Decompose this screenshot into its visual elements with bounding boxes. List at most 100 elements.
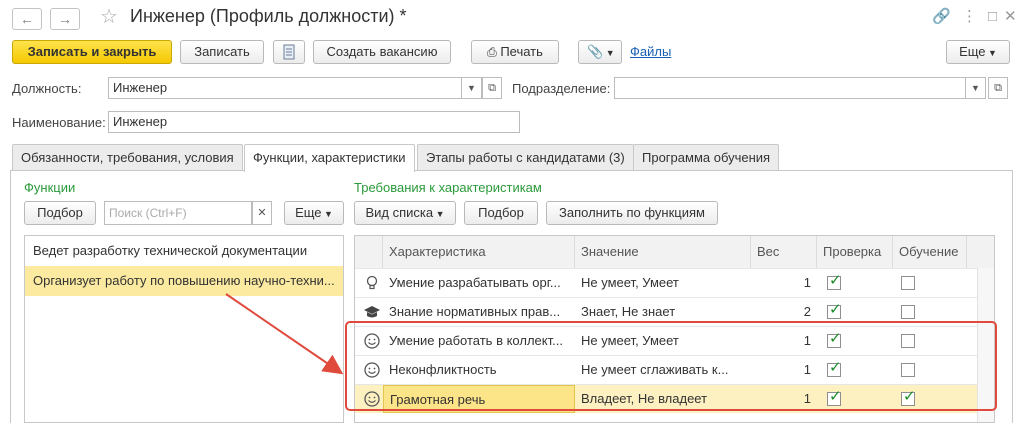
table-row[interactable]: Умение работать в коллект... Не умеет, У… (355, 326, 994, 355)
view-list-button[interactable]: Вид списка ▼ (354, 201, 456, 225)
list-item[interactable]: Организует работу по повышению научно-те… (25, 266, 343, 296)
column-header-icon (355, 236, 383, 268)
characteristic-cell: Умение разрабатывать орг... (389, 275, 561, 290)
requirements-title: Требования к характеристикам (354, 180, 542, 195)
value-cell: Знает, Не знает (581, 304, 676, 319)
tab-candidate-stages[interactable]: Этапы работы с кандидатами (3) (417, 144, 634, 171)
tab-functions[interactable]: Функции, характеристики (244, 144, 415, 172)
check-checkbox[interactable]: ✓ (827, 388, 842, 406)
training-checkbox[interactable] (901, 334, 915, 348)
functions-title: Функции (24, 180, 76, 195)
chevron-down-icon: ▼ (985, 48, 997, 58)
position-dropdown-button[interactable]: ▼ (462, 77, 482, 99)
list-item[interactable]: Ведет разработку технической документаци… (25, 236, 343, 266)
back-button[interactable]: ← (12, 8, 42, 30)
link-icon[interactable]: 🔗 (932, 8, 951, 26)
table-row[interactable]: Умение разрабатывать орг... Не умеет, Ум… (355, 268, 994, 297)
close-icon[interactable]: ✕ (1004, 8, 1017, 26)
more-label: Еще (295, 205, 322, 220)
value-cell: Владеет, Не владеет (581, 391, 708, 406)
table-row[interactable]: Неконфликтность Не умеет сглаживать к...… (355, 355, 994, 384)
value-cell: Не умеет, Умеет (581, 275, 679, 290)
weight-cell: 1 (803, 391, 811, 406)
functions-search-input[interactable]: Поиск (Ctrl+F) (104, 201, 252, 225)
check-checkbox[interactable]: ✓ (827, 330, 842, 348)
training-checkbox[interactable] (901, 276, 915, 290)
open-icon: ⧉ (994, 82, 1002, 94)
value-cell: Не умеет, Умеет (581, 333, 679, 348)
position-field[interactable]: Инженер (108, 77, 462, 99)
chevron-down-icon: ▼ (467, 83, 476, 93)
characteristic-cell: Неконфликтность (389, 362, 497, 377)
weight-cell: 2 (803, 304, 811, 319)
training-checkbox[interactable] (901, 305, 915, 319)
characteristic-cell[interactable]: Грамотная речь (383, 385, 575, 413)
name-label: Наименование: (12, 115, 106, 130)
bulb-icon (366, 275, 378, 290)
smiley-icon (364, 391, 380, 407)
checkmark-icon: ✓ (829, 301, 842, 318)
functions-more-button[interactable]: Еще ▼ (284, 201, 344, 225)
save-button[interactable]: Записать (180, 40, 264, 64)
requirements-select-button[interactable]: Подбор (464, 201, 538, 225)
training-checkbox[interactable] (901, 363, 915, 377)
name-field[interactable]: Инженер (108, 111, 520, 133)
document-list-button[interactable] (273, 40, 305, 64)
document-icon (283, 44, 295, 60)
checkmark-icon: ✓ (829, 272, 842, 289)
tab-duties[interactable]: Обязанности, требования, условия (12, 144, 243, 171)
search-clear-button[interactable]: ✕ (252, 201, 272, 225)
characteristic-cell: Знание нормативных прав... (389, 304, 561, 319)
arrow-left-icon: ← (20, 11, 34, 27)
check-checkbox[interactable]: ✓ (827, 272, 842, 290)
chevron-down-icon: ▼ (971, 83, 980, 93)
checkmark-icon: ✓ (903, 388, 916, 405)
maximize-icon[interactable]: □ (988, 8, 997, 26)
table-scrollbar[interactable] (977, 268, 994, 422)
checkmark-icon: ✓ (829, 388, 842, 405)
position-label: Должность: (12, 81, 82, 96)
smiley-icon (364, 333, 380, 349)
forward-button[interactable]: → (50, 8, 80, 30)
department-open-button[interactable]: ⧉ (988, 77, 1008, 99)
column-header-training[interactable]: Обучение (893, 236, 967, 268)
column-header-spacer (967, 236, 994, 268)
paperclip-icon: 📎 (587, 44, 604, 59)
print-button[interactable]: ⎙ Печать (471, 40, 559, 64)
check-checkbox[interactable]: ✓ (827, 359, 842, 377)
department-label: Подразделение: (512, 81, 611, 96)
printer-icon: ⎙ (487, 45, 497, 59)
tab-training-program[interactable]: Программа обучения (633, 144, 780, 171)
checkmark-icon: ✓ (829, 359, 842, 376)
department-field[interactable] (614, 77, 966, 99)
column-header-check[interactable]: Проверка (817, 236, 893, 268)
create-vacancy-button[interactable]: Создать вакансию (313, 40, 451, 64)
favorite-star-icon[interactable]: ☆ (100, 6, 118, 28)
menu-dots-icon[interactable]: ⋮ (962, 8, 977, 26)
graduation-cap-icon (364, 306, 380, 318)
characteristic-cell: Умение работать в коллект... (389, 333, 563, 348)
save-and-close-button[interactable]: Записать и закрыть (12, 40, 172, 64)
arrow-right-icon: → (58, 11, 72, 27)
view-list-label: Вид списка (365, 205, 434, 220)
column-header-characteristic[interactable]: Характеристика (383, 236, 575, 268)
column-header-weight[interactable]: Вес (751, 236, 817, 268)
check-checkbox[interactable]: ✓ (827, 301, 842, 319)
fill-by-functions-button[interactable]: Заполнить по функциям (546, 201, 718, 225)
table-row[interactable]: Грамотная речь Владеет, Не владеет 1 ✓ ✓ (355, 384, 994, 413)
requirements-table: Характеристика Значение Вес Проверка Обу… (354, 235, 995, 423)
weight-cell: 1 (803, 275, 811, 290)
chevron-down-icon: ▼ (603, 48, 615, 58)
attachments-button[interactable]: 📎 ▼ (578, 40, 622, 64)
files-link[interactable]: Файлы (630, 44, 671, 59)
table-row[interactable]: Знание нормативных прав... Знает, Не зна… (355, 297, 994, 326)
smiley-icon (364, 362, 380, 378)
functions-select-button[interactable]: Подбор (24, 201, 96, 225)
position-open-button[interactable]: ⧉ (482, 77, 502, 99)
more-button[interactable]: Еще ▼ (946, 40, 1010, 64)
training-checkbox[interactable]: ✓ (901, 388, 916, 406)
department-dropdown-button[interactable]: ▼ (966, 77, 986, 99)
window-title: Инженер (Профиль должности) * (130, 6, 407, 26)
column-header-value[interactable]: Значение (575, 236, 751, 268)
chevron-down-icon: ▼ (321, 209, 333, 219)
